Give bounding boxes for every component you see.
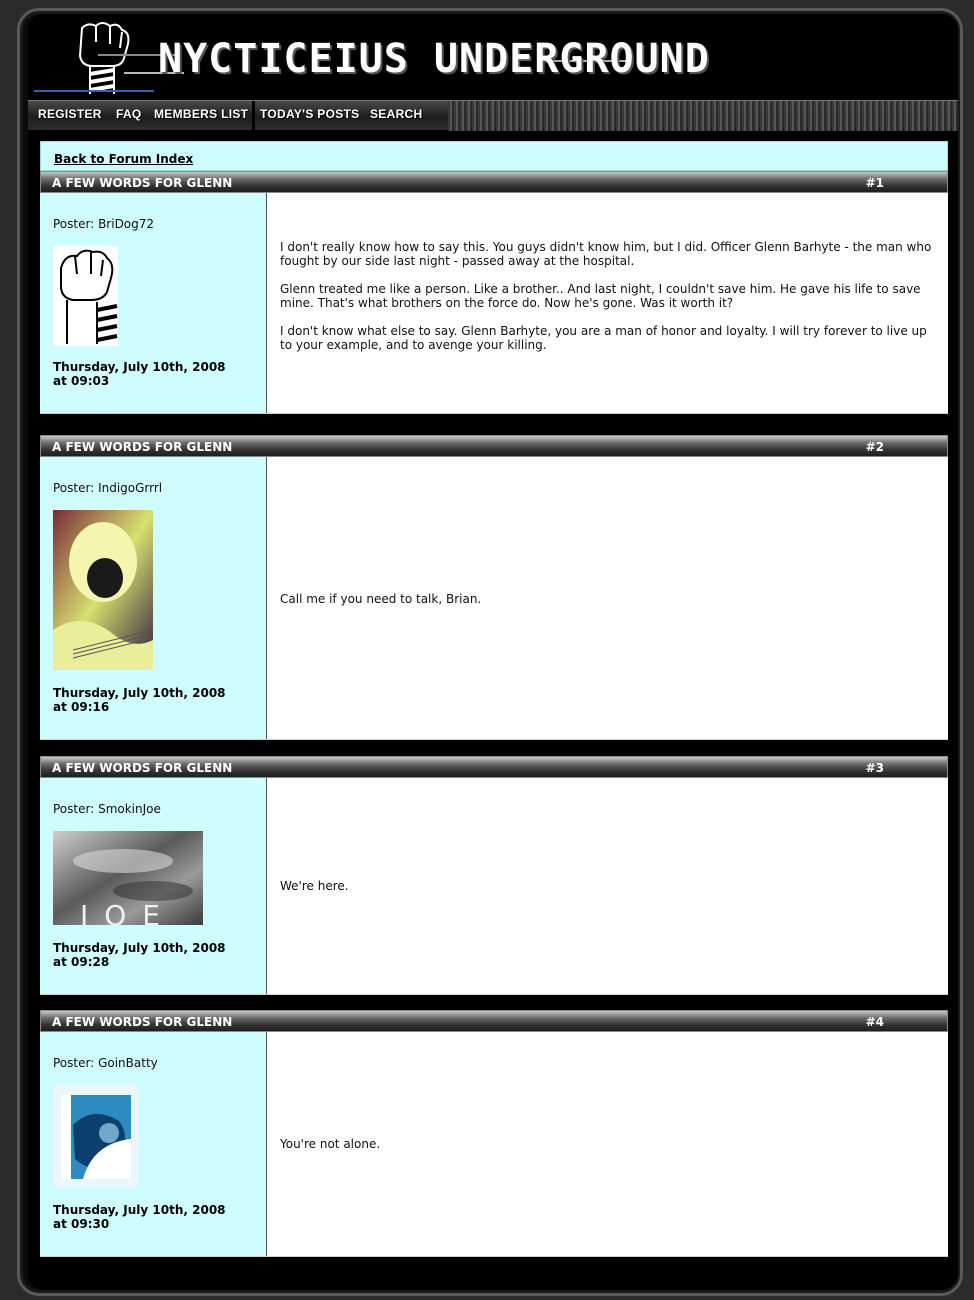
post-time-line: at 09:16 <box>53 700 110 714</box>
post-date-line: Thursday, July 10th, 2008 <box>53 1203 226 1217</box>
back-bar: Back to Forum Index <box>40 141 948 171</box>
message-panel: You're not alone. <box>267 1032 948 1256</box>
nav-members-list[interactable]: MEMBERS LIST <box>154 107 248 121</box>
message-paragraph: I don't really know how to say this. You… <box>280 240 932 268</box>
post-body: Poster: SmokinJoe JOE Thursday, July 10t… <box>40 778 948 995</box>
post-time-line: at 09:30 <box>53 1217 110 1231</box>
thread-content: Back to Forum Index A FEW WORDS FOR GLEN… <box>40 141 948 1257</box>
message-paragraph: Glenn treated me like a person. Like a b… <box>280 282 921 310</box>
poster-name: Poster: GoinBatty <box>53 1056 158 1070</box>
nav-bar: REGISTER FAQ MEMBERS LIST TODAY'S POSTS … <box>28 100 958 131</box>
post-date-line: Thursday, July 10th, 2008 <box>53 360 226 374</box>
poster-name: Poster: SmokinJoe <box>53 802 161 816</box>
message-panel: We're here. <box>267 778 948 994</box>
post-number[interactable]: #2 <box>866 440 884 454</box>
post-subject: A FEW WORDS FOR GLENN <box>52 176 233 190</box>
message-paragraph: We're here. <box>280 879 349 893</box>
post-body: Poster: GoinBatty Thursday, July 10th, 2… <box>40 1032 948 1257</box>
post-number[interactable]: #4 <box>866 1015 884 1029</box>
post-header: A FEW WORDS FOR GLENN #4 <box>40 1010 948 1032</box>
avatar-caption: JOE <box>78 899 176 925</box>
nav-register[interactable]: REGISTER <box>38 107 102 121</box>
post-number[interactable]: #3 <box>866 761 884 775</box>
back-to-forum-link[interactable]: Back to Forum Index <box>54 152 193 166</box>
post: A FEW WORDS FOR GLENN #1 Poster: BriDog7… <box>40 171 948 414</box>
message-paragraph: I don't know what else to say. Glenn Bar… <box>280 324 927 352</box>
post-date: Thursday, July 10th, 2008 at 09:16 <box>53 686 226 714</box>
post-body: Poster: BriDog72 Thursday, July 10th, 20… <box>40 193 948 414</box>
post-time-line: at 09:28 <box>53 955 110 969</box>
guitar-portrait-avatar <box>53 510 153 670</box>
nav-todays-posts[interactable]: TODAY'S POSTS <box>260 107 359 121</box>
post: A FEW WORDS FOR GLENN #2 Poster: IndigoG… <box>40 435 948 740</box>
message-text: I don't really know how to say this. You… <box>280 240 940 366</box>
site-title: NYCTICEIUS UNDERGROUND <box>158 36 710 82</box>
post-subject: A FEW WORDS FOR GLENN <box>52 440 233 454</box>
smoke-joe-avatar: JOE <box>53 831 203 925</box>
post-date-line: Thursday, July 10th, 2008 <box>53 941 226 955</box>
fist-logo-icon <box>78 22 130 94</box>
message-panel: Call me if you need to talk, Brian. <box>267 457 948 739</box>
nav-search[interactable]: SEARCH <box>370 107 422 121</box>
post-number[interactable]: #1 <box>866 176 884 190</box>
nav-stripes <box>448 101 958 131</box>
fist-avatar <box>53 246 118 346</box>
message-text: You're not alone. <box>280 1137 380 1165</box>
post: A FEW WORDS FOR GLENN #4 Poster: GoinBat… <box>40 1010 948 1257</box>
post-date: Thursday, July 10th, 2008 at 09:03 <box>53 360 226 388</box>
poster-panel: Poster: BriDog72 Thursday, July 10th, 20… <box>40 193 267 413</box>
post-date-line: Thursday, July 10th, 2008 <box>53 686 226 700</box>
post-header: A FEW WORDS FOR GLENN #1 <box>40 171 948 193</box>
message-panel: I don't really know how to say this. You… <box>267 193 948 413</box>
nav-faq[interactable]: FAQ <box>116 107 142 121</box>
poster-name: Poster: IndigoGrrrl <box>53 481 163 495</box>
message-text: Call me if you need to talk, Brian. <box>280 592 481 620</box>
poster-panel: Poster: IndigoGrrrl Thursday, July 10th,… <box>40 457 267 739</box>
post-time-line: at 09:03 <box>53 374 110 388</box>
post: A FEW WORDS FOR GLENN #3 Poster: SmokinJ… <box>40 756 948 995</box>
post-subject: A FEW WORDS FOR GLENN <box>52 761 233 775</box>
poster-panel: Poster: SmokinJoe JOE Thursday, July 10t… <box>40 778 267 994</box>
glitch-line <box>34 90 154 92</box>
poster-name: Poster: BriDog72 <box>53 217 155 231</box>
post-header: A FEW WORDS FOR GLENN #3 <box>40 756 948 778</box>
post-date: Thursday, July 10th, 2008 at 09:30 <box>53 1203 226 1231</box>
message-paragraph: Call me if you need to talk, Brian. <box>280 592 482 606</box>
post-body: Poster: IndigoGrrrl Thursday, July 10th,… <box>40 457 948 740</box>
blue-abstract-avatar <box>53 1085 139 1187</box>
post-header: A FEW WORDS FOR GLENN #2 <box>40 435 948 457</box>
poster-panel: Poster: GoinBatty Thursday, July 10th, 2… <box>40 1032 267 1256</box>
message-paragraph: You're not alone. <box>280 1137 381 1151</box>
nav-separator <box>252 101 255 131</box>
post-date: Thursday, July 10th, 2008 at 09:28 <box>53 941 226 969</box>
site-banner: NYCTICEIUS UNDERGROUND <box>28 14 958 100</box>
message-text: We're here. <box>280 879 349 907</box>
post-subject: A FEW WORDS FOR GLENN <box>52 1015 233 1029</box>
